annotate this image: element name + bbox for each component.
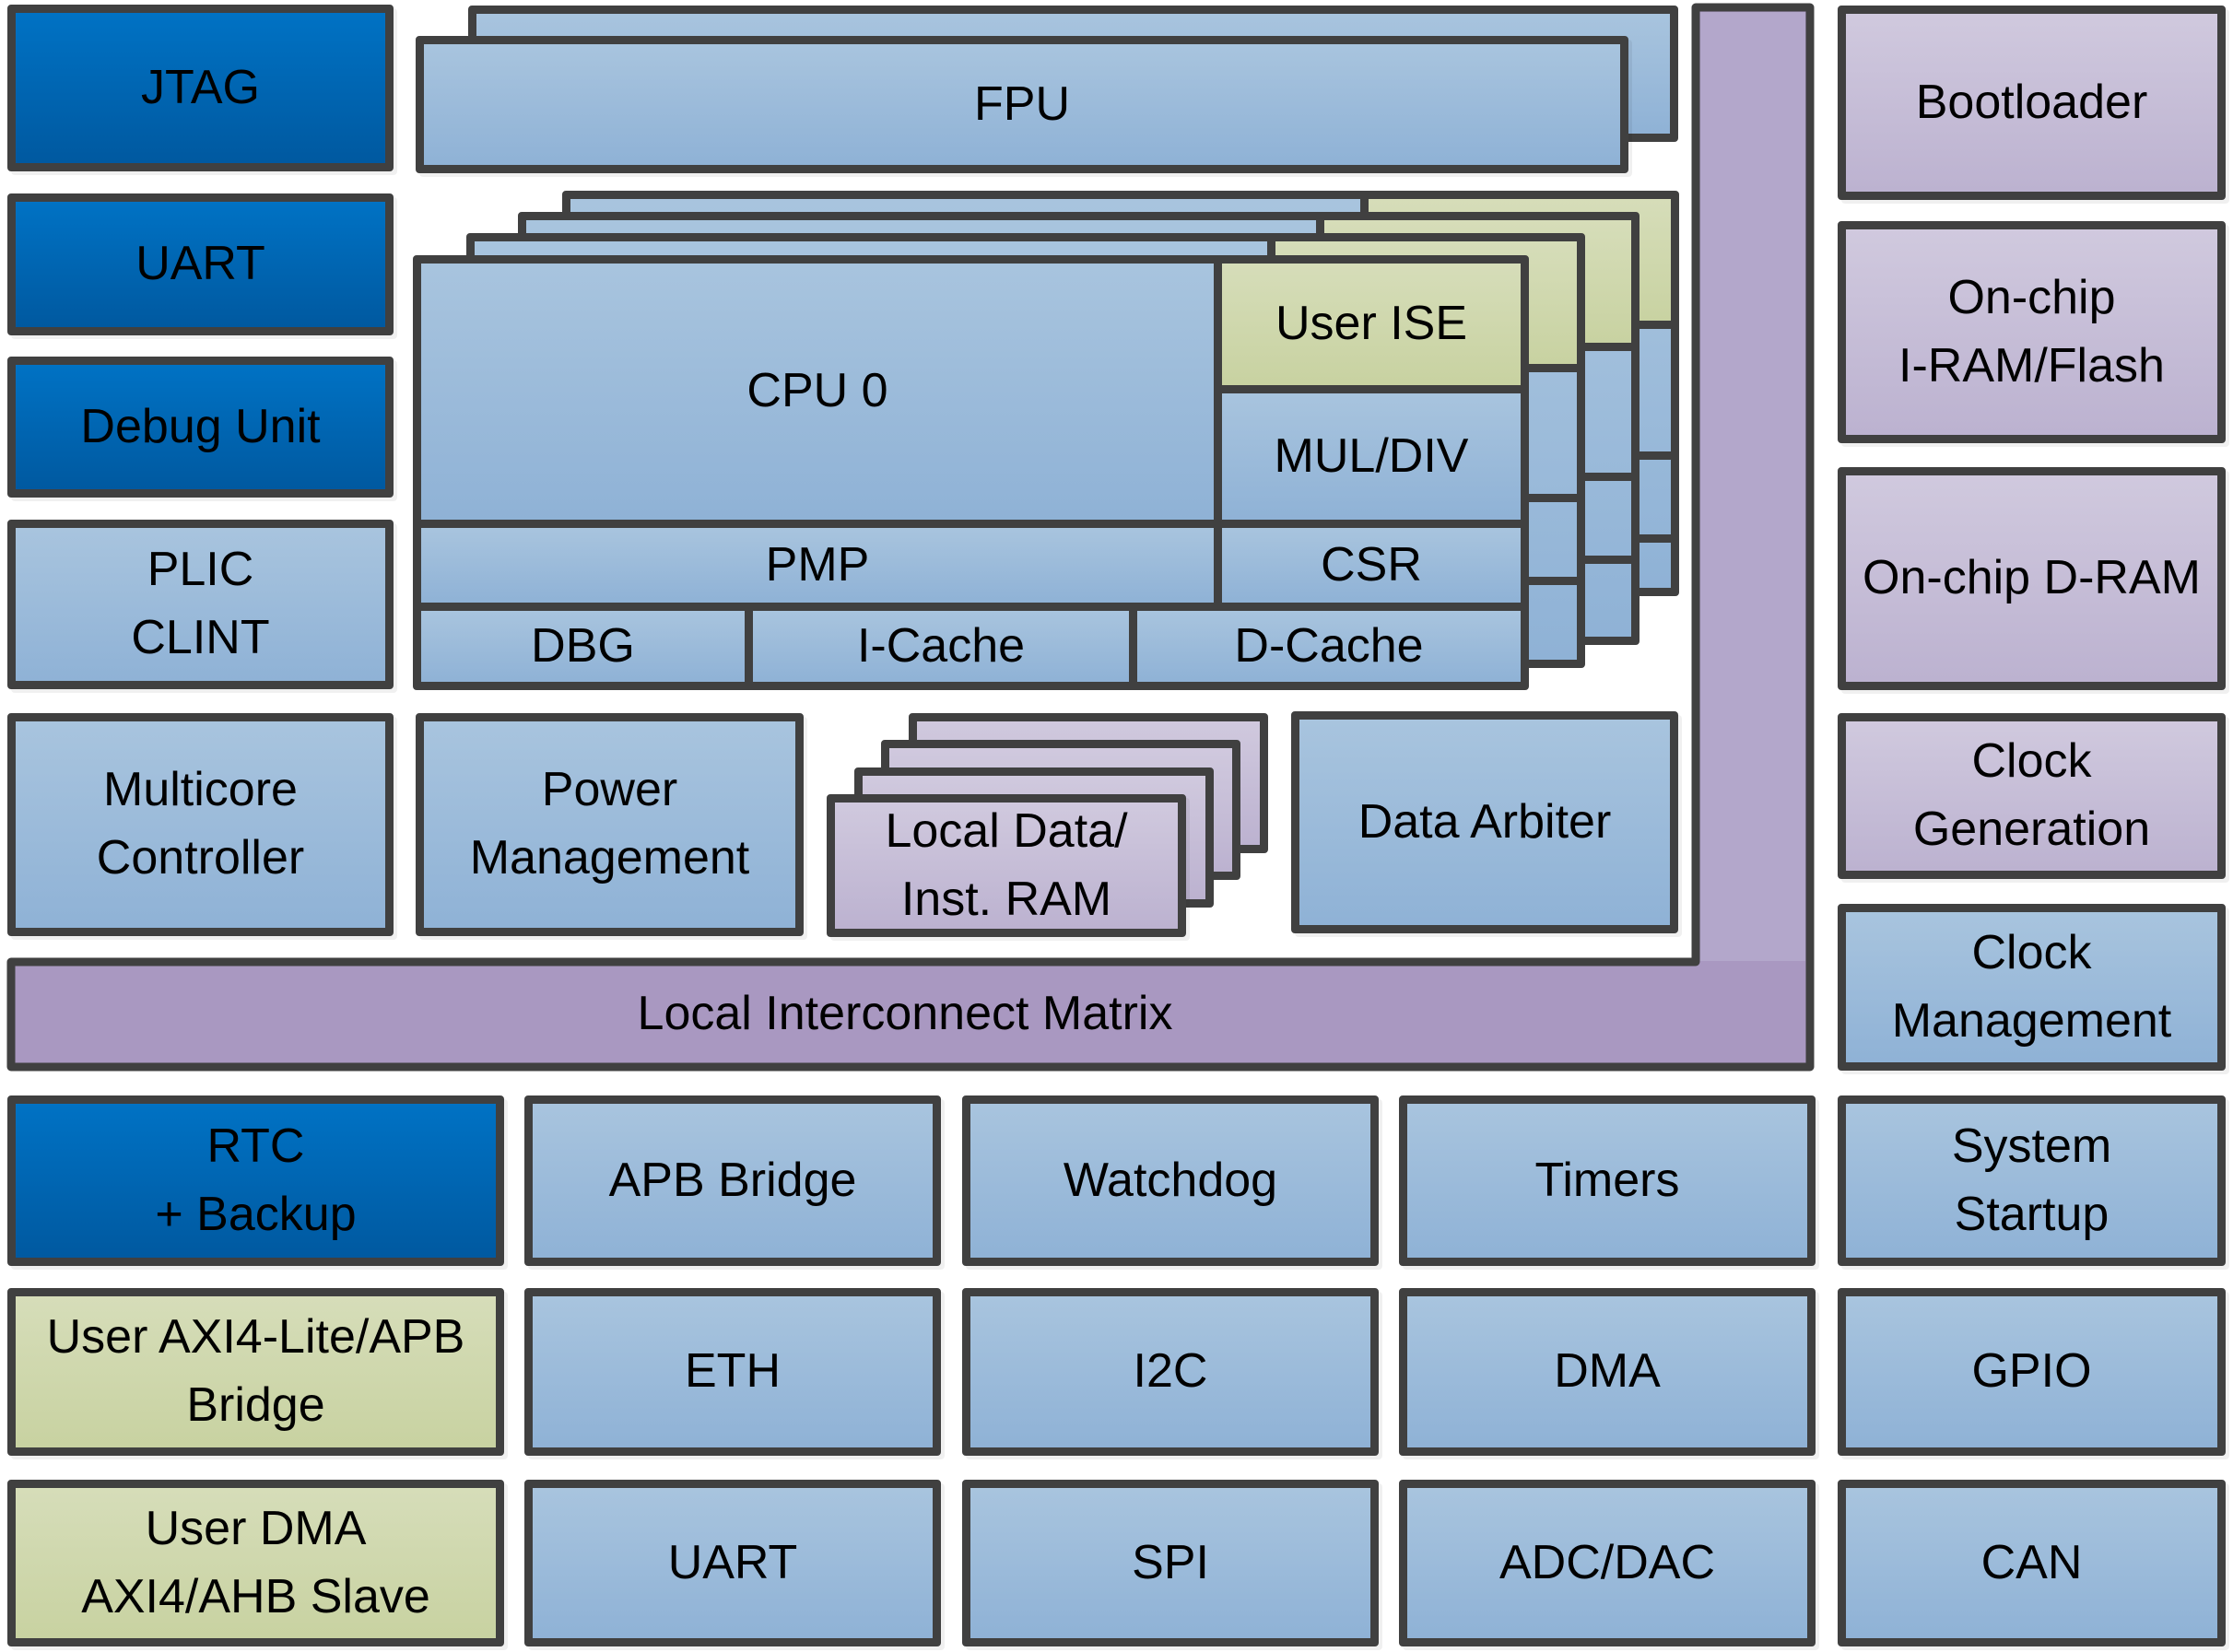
rtc-backup-block[interactable]: RTC + Backup (7, 1095, 504, 1266)
cpu-divider (421, 603, 1521, 611)
eth-block[interactable]: ETH (524, 1288, 941, 1456)
user-dma-axi4-ahb-slave-block[interactable]: User DMA AXI4/AHB Slave (7, 1480, 504, 1646)
watchdog-block[interactable]: Watchdog (962, 1095, 1379, 1266)
power-management-block[interactable]: Power Management (416, 713, 804, 936)
cpu-0-core[interactable]: CPU 0 (421, 264, 1214, 520)
uart-block[interactable]: UART (524, 1480, 941, 1646)
cpu-divider (1129, 611, 1137, 682)
interconnect-vertical-highlight (1700, 12, 1805, 961)
cpu-divider (1222, 385, 1521, 393)
fpu-block[interactable]: FPU (416, 36, 1628, 173)
plic-clint-block[interactable]: PLIC CLINT (7, 520, 394, 689)
user-ise-block[interactable]: User ISE (1222, 264, 1521, 385)
i2c-block[interactable]: I2C (962, 1288, 1379, 1456)
can-block[interactable]: CAN (1838, 1480, 2226, 1646)
cpu-divider (745, 611, 753, 682)
timers-block[interactable]: Timers (1399, 1095, 1816, 1266)
multicore-controller-block[interactable]: Multicore Controller (7, 713, 394, 936)
data-arbiter-block[interactable]: Data Arbiter (1291, 711, 1678, 933)
cpu-divider (1214, 264, 1222, 603)
spi-block[interactable]: SPI (962, 1480, 1379, 1646)
local-interconnect-matrix-label: Local Interconnect Matrix (637, 987, 1173, 1041)
bootloader-block[interactable]: Bootloader (1838, 6, 2226, 200)
dcache-block[interactable]: D-Cache (1137, 611, 1521, 682)
onchip-dram-block[interactable]: On-chip D-RAM (1838, 467, 2226, 690)
dma-block[interactable]: DMA (1399, 1288, 1816, 1456)
pmp-block[interactable]: PMP (421, 528, 1214, 603)
cpu-divider (421, 520, 1521, 528)
user-axi4-lite-apb-bridge-block[interactable]: User AXI4-Lite/APB Bridge (7, 1288, 504, 1456)
icache-block[interactable]: I-Cache (753, 611, 1129, 682)
clock-generation-block[interactable]: Clock Generation (1838, 713, 2226, 879)
dbg-block[interactable]: DBG (421, 611, 745, 682)
uart-debug-block[interactable]: UART (7, 193, 394, 335)
jtag-block[interactable]: JTAG (7, 5, 394, 171)
soc-block-diagram: Local Interconnect Matrix JTAG UART Debu… (0, 0, 2233, 1652)
debug-unit-block[interactable]: Debug Unit (7, 357, 394, 498)
apb-bridge-block[interactable]: APB Bridge (524, 1095, 941, 1266)
onchip-iram-flash-block[interactable]: On-chip I-RAM/Flash (1838, 221, 2226, 443)
clock-management-block[interactable]: Clock Management (1838, 904, 2226, 1071)
mul-div-block[interactable]: MUL/DIV (1222, 393, 1521, 520)
gpio-block[interactable]: GPIO (1838, 1288, 2226, 1456)
adc-dac-block[interactable]: ADC/DAC (1399, 1480, 1816, 1646)
local-data-inst-ram-block[interactable]: Local Data/ Inst. RAM (827, 794, 1186, 937)
csr-block[interactable]: CSR (1222, 528, 1521, 603)
system-startup-block[interactable]: System Startup (1838, 1095, 2226, 1266)
